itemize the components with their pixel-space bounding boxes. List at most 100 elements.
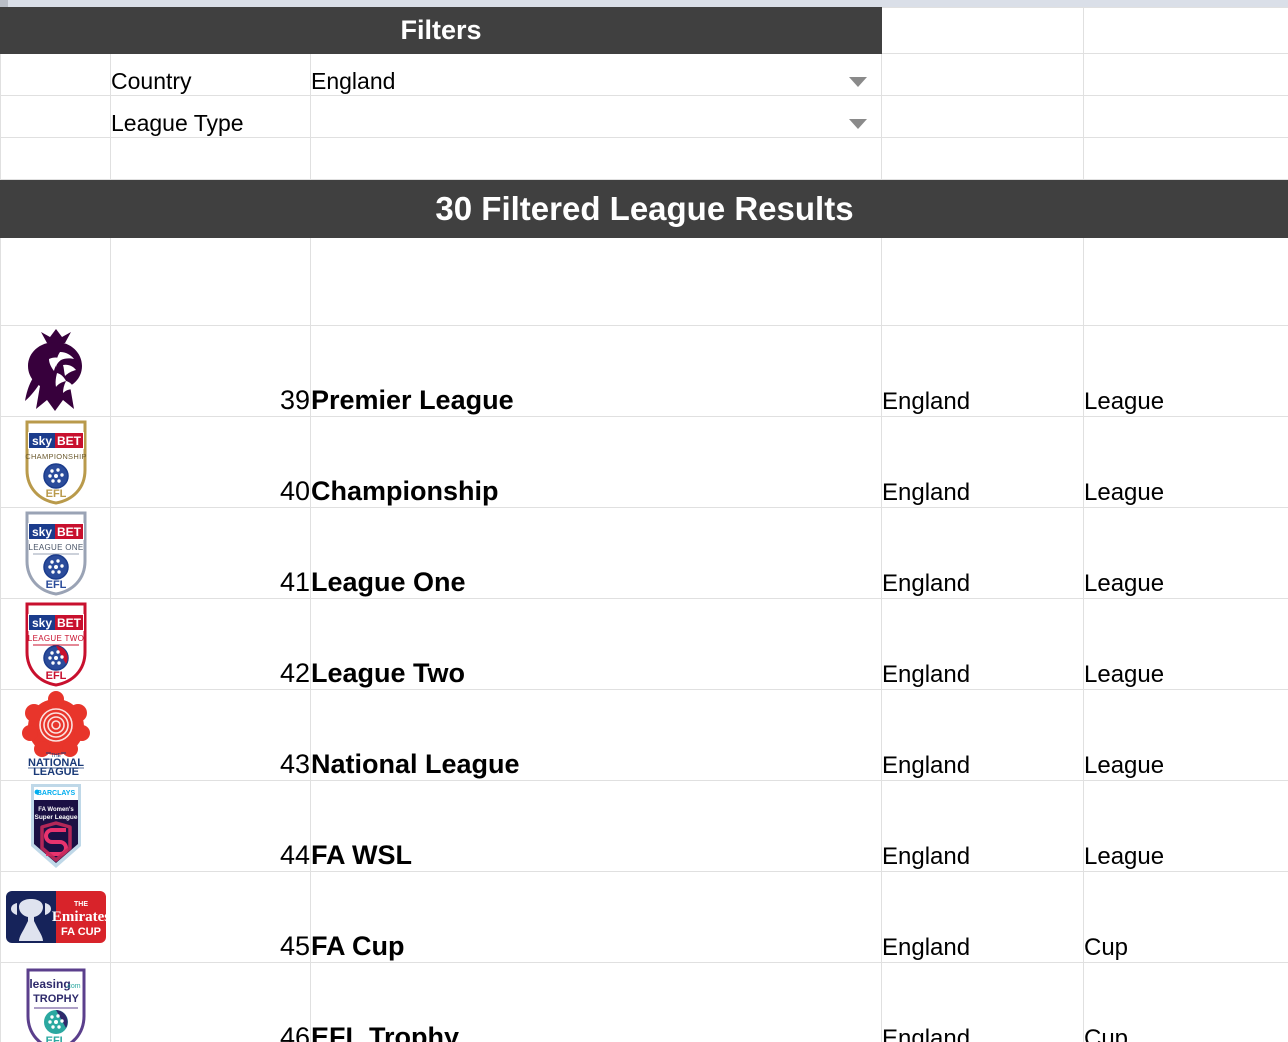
svg-text:BARCLAYS: BARCLAYS [36, 790, 75, 797]
filter-league-type-gutter [0, 95, 111, 138]
spacer-cell-1 [0, 137, 111, 180]
cell-league-name: League Two [310, 598, 882, 690]
svg-text:BET: BET [57, 525, 82, 539]
cell-league-type: Cup [1083, 962, 1288, 1042]
svg-text:BET: BET [57, 434, 82, 448]
svg-text:EFL: EFL [45, 579, 66, 591]
filter-row-league-type: League Type [0, 95, 1288, 138]
cell-league-name: League One [310, 507, 882, 599]
svg-text:CHAMPIONSHIP: CHAMPIONSHIP [25, 452, 87, 461]
svg-text:LEAGUE ONE: LEAGUE ONE [28, 543, 83, 552]
filters-banner-row: Filters [0, 7, 1288, 54]
cell-league-id: 44 [110, 780, 311, 872]
cell-league-type: Cup [1083, 871, 1288, 963]
cell-league-type: League [1083, 416, 1288, 508]
fa-cup-logo: THE Emirates FA CUP [1, 872, 110, 962]
cell-league-name: FA Cup [310, 871, 882, 963]
results-header-row: League ID League Name Country League Typ… [0, 237, 1288, 326]
cell-league-type: League [1083, 507, 1288, 599]
filter-select-league-type[interactable] [310, 95, 882, 138]
select-all-corner[interactable] [0, 0, 8, 7]
spreadsheet-canvas: Filters Country England League Type 30 F… [0, 0, 1288, 1042]
cell-league-type: League [1083, 325, 1288, 417]
svg-text:sky: sky [31, 616, 51, 630]
svg-text:EFL: EFL [45, 670, 66, 682]
cell-logo: sky BET CHAMPIONSHIP EFL [0, 416, 111, 508]
cell-logo: sky BET LEAGUE TWO EFL [0, 598, 111, 690]
spacer-row [0, 137, 1288, 180]
filter-label-league-type: League Type [110, 95, 311, 138]
svg-text:Super League: Super League [34, 814, 77, 821]
chevron-down-icon[interactable] [849, 119, 867, 129]
cell-league-id: 40 [110, 416, 311, 508]
svg-text:Emirates: Emirates [51, 909, 107, 925]
filter-country-pad-2 [1083, 53, 1288, 96]
cell-logo: leasing .com TROPHY EFL [0, 962, 111, 1042]
cell-league-id: 45 [110, 871, 311, 963]
cell-league-id: 46 [110, 962, 311, 1042]
cell-country: England [881, 689, 1084, 781]
svg-text:.com: .com [65, 983, 80, 990]
table-row[interactable]: leasing .com TROPHY EFL 46 EFL Trophy En… [0, 962, 1288, 1042]
column-header-league-name[interactable]: League Name [310, 237, 882, 326]
results-title: 30 Filtered League Results [0, 179, 1288, 238]
cell-logo: sky BET LEAGUE ONE EFL [0, 507, 111, 599]
cell-league-name: EFL Trophy [310, 962, 882, 1042]
results-banner-row: 30 Filtered League Results [0, 179, 1288, 238]
filter-select-country[interactable]: England [310, 53, 882, 96]
cell-league-name: Premier League [310, 325, 882, 417]
efl-trophy-logo: leasing .com TROPHY EFL [1, 963, 110, 1042]
cell-country: England [881, 598, 1084, 690]
table-row[interactable]: sky BET LEAGUE ONE EFL 41 League One Eng… [0, 507, 1288, 599]
svg-text:EFL: EFL [45, 488, 66, 500]
sheet-grid: Filters Country England League Type 30 F… [0, 7, 1288, 1042]
svg-text:sky: sky [31, 434, 51, 448]
svg-text:BET: BET [57, 616, 82, 630]
spacer-cell-3 [310, 137, 882, 180]
cell-logo: THE Emirates FA CUP [0, 871, 111, 963]
filter-value-country: England [311, 68, 396, 94]
cell-league-name: FA WSL [310, 780, 882, 872]
table-row[interactable]: sky BET LEAGUE TWO EFL 42 League Two Eng… [0, 598, 1288, 690]
fa-wsl-logo: BARCLAYS FA Women's Super League [1, 781, 110, 871]
table-row[interactable]: sky BET CHAMPIONSHIP EFL 40 Championship… [0, 416, 1288, 508]
cell-league-id: 41 [110, 507, 311, 599]
chevron-down-icon[interactable] [849, 77, 867, 87]
table-row[interactable]: 39 Premier League England League [0, 325, 1288, 417]
column-header-logo[interactable] [0, 237, 111, 326]
spacer-cell-4 [881, 137, 1084, 180]
cell-country: England [881, 871, 1084, 963]
svg-text:sky: sky [31, 525, 51, 539]
sheet-table: Filters Country England League Type 30 F… [0, 7, 1288, 1042]
filter-row-country: Country England [0, 53, 1288, 96]
svg-text:LEAGUE TWO: LEAGUE TWO [27, 634, 83, 643]
cell-league-id: 43 [110, 689, 311, 781]
spacer-cell-2 [110, 137, 311, 180]
svg-text:TROPHY: TROPHY [33, 993, 80, 1005]
table-row[interactable]: THE Emirates FA CUP 45 FA Cup England Cu… [0, 871, 1288, 963]
cell-logo: THE NATIONAL LEAGUE [0, 689, 111, 781]
cell-league-id: 42 [110, 598, 311, 690]
spacer-cell-5 [1083, 137, 1288, 180]
column-header-league-id[interactable]: League ID [110, 237, 311, 326]
svg-text:THE: THE [74, 901, 88, 908]
svg-text:EFL: EFL [45, 1035, 66, 1042]
svg-text:FA Women's: FA Women's [38, 807, 74, 813]
cell-league-type: League [1083, 689, 1288, 781]
cell-country: England [881, 507, 1084, 599]
cell-league-type: League [1083, 780, 1288, 872]
cell-country: England [881, 780, 1084, 872]
column-header-country[interactable]: Country [881, 237, 1084, 326]
filter-league-type-pad-2 [1083, 95, 1288, 138]
efl-championship-logo: sky BET CHAMPIONSHIP EFL [1, 417, 110, 507]
column-header-league-type[interactable]: League Type [1083, 237, 1288, 326]
efl-league-two-logo: sky BET LEAGUE TWO EFL [1, 599, 110, 689]
svg-text:FA CUP: FA CUP [61, 926, 101, 938]
filter-league-type-pad-1 [881, 95, 1084, 138]
filters-banner-pad-2 [1083, 7, 1288, 54]
cell-league-type: League [1083, 598, 1288, 690]
table-row[interactable]: BARCLAYS FA Women's Super League 44 FA W… [0, 780, 1288, 872]
table-row[interactable]: THE NATIONAL LEAGUE 43 National League E… [0, 689, 1288, 781]
efl-league-one-logo: sky BET LEAGUE ONE EFL [1, 508, 110, 598]
filters-banner-pad-1 [881, 7, 1084, 54]
